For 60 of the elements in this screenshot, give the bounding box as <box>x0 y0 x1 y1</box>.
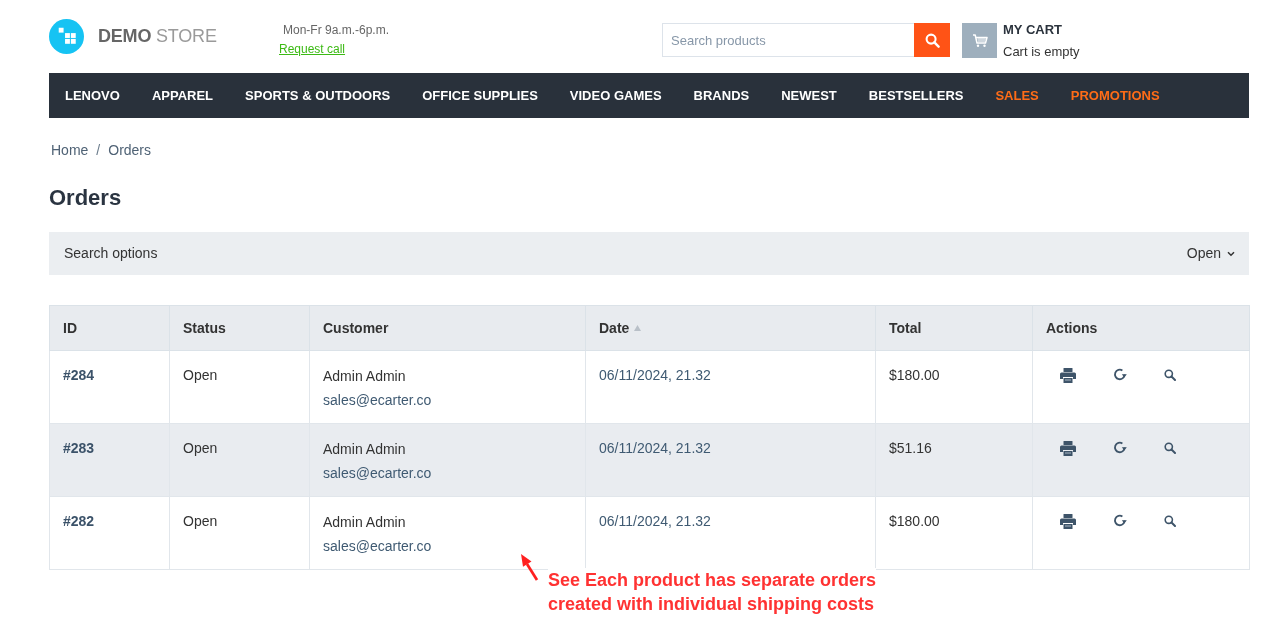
customer-email: sales@ecarter.co <box>323 464 432 483</box>
category-link[interactable]: OFFICE SUPPLIES <box>406 73 554 118</box>
page-title: Orders <box>49 184 123 212</box>
breadcrumb-separator: / <box>96 141 101 160</box>
logo-text: DEMO STORE <box>98 25 217 48</box>
cart-status: Cart is empty <box>1003 43 1080 61</box>
search-icon <box>924 32 940 48</box>
search-button[interactable] <box>914 23 950 57</box>
category-link[interactable]: BESTSELLERS <box>852 73 980 118</box>
chevron-down-icon <box>1227 250 1235 257</box>
customer-email: sales@ecarter.co <box>323 537 432 556</box>
search-icon[interactable] <box>1164 515 1176 527</box>
refresh-icon[interactable] <box>1113 368 1127 382</box>
print-icon[interactable] <box>1060 513 1076 529</box>
column-header: Actions <box>1046 318 1098 338</box>
store-hours: Mon-Fr 9a.m.-6p.m. <box>282 23 390 37</box>
order-date: 06/11/2024, 21.32 <box>599 367 711 383</box>
search-field[interactable]: Search products <box>662 23 914 57</box>
category-link[interactable]: BRANDS <box>677 73 766 118</box>
column-header: Customer <box>323 318 389 338</box>
annotation-text: See Each product has separate orders created with individual shipping costs <box>548 568 877 616</box>
search-options-label: Search options <box>64 244 158 263</box>
print-icon[interactable] <box>1060 367 1076 383</box>
order-total: $51.16 <box>889 440 932 456</box>
category-link[interactable]: SPORTS & OUTDOORS <box>229 73 407 118</box>
refresh-icon[interactable] <box>1113 441 1127 455</box>
order-status: Open <box>183 513 218 529</box>
order-id-link[interactable]: #284 <box>63 367 95 383</box>
category-link[interactable]: PROMOTIONS <box>1054 73 1176 118</box>
category-link[interactable]: VIDEO GAMES <box>553 73 678 118</box>
search-icon[interactable] <box>1164 369 1176 381</box>
customer-name: Admin Admin <box>323 513 406 532</box>
column-header: ID <box>63 318 77 338</box>
breadcrumb-current: Orders <box>108 141 152 160</box>
breadcrumb-link[interactable]: Home <box>51 140 89 160</box>
order-status: Open <box>183 367 218 383</box>
order-date: 06/11/2024, 21.32 <box>599 513 711 529</box>
column-header: Date <box>599 318 630 338</box>
logo-icon <box>49 19 84 54</box>
print-icon[interactable] <box>1060 440 1076 456</box>
order-id-link[interactable]: #282 <box>63 513 95 529</box>
pointer-arrow <box>520 553 540 581</box>
cart-title: MY CART <box>1003 21 1062 39</box>
column-header: Total <box>889 318 922 338</box>
category-link[interactable]: SALES <box>979 73 1055 118</box>
order-status: Open <box>183 440 218 456</box>
category-link[interactable]: APPAREL <box>135 73 230 118</box>
customer-name: Admin Admin <box>323 367 406 386</box>
search-options-toggle[interactable]: Open <box>1186 243 1235 264</box>
customer-name: Admin Admin <box>323 440 406 459</box>
order-date: 06/11/2024, 21.32 <box>599 440 711 456</box>
order-total: $180.00 <box>889 513 940 529</box>
category-link[interactable]: NEWEST <box>765 73 853 118</box>
customer-email: sales@ecarter.co <box>323 391 432 410</box>
order-id-link[interactable]: #283 <box>63 440 95 456</box>
search-icon[interactable] <box>1164 442 1176 454</box>
order-total: $180.00 <box>889 367 940 383</box>
category-link[interactable]: LENOVO <box>49 73 136 118</box>
column-header: Status <box>183 318 226 338</box>
refresh-icon[interactable] <box>1113 514 1127 528</box>
